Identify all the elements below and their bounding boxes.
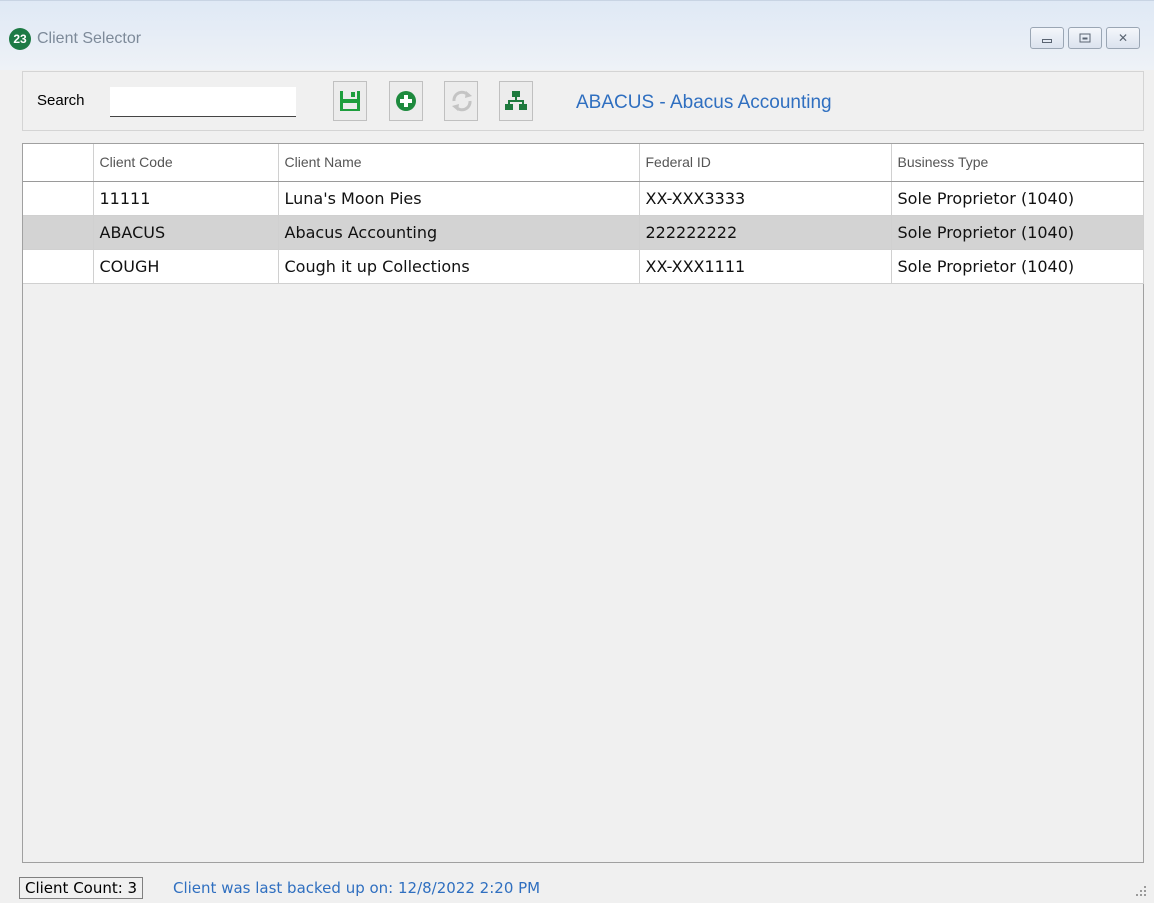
business-type-cell[interactable]: Sole Proprietor (1040) <box>891 249 1144 284</box>
row-selector[interactable] <box>23 215 94 250</box>
refresh-icon <box>452 90 472 112</box>
client-count: Client Count: 3 <box>19 877 144 899</box>
close-button[interactable]: ✕ <box>1106 27 1140 49</box>
client-selector-window: 23 Client Selector ✕ Search ABACUS - Aba… <box>0 0 1154 903</box>
federal-id-cell[interactable]: 222222222 <box>639 215 892 250</box>
current-client-label: ABACUS - Abacus Accounting <box>576 92 832 113</box>
toolbar: Search ABACUS - Abacus Accounting <box>22 71 1144 131</box>
column-header-federal-id[interactable]: Federal ID <box>639 144 892 182</box>
client-name-cell[interactable]: Cough it up Collections <box>278 249 640 284</box>
resize-grip-icon[interactable] <box>1134 886 1146 898</box>
search-label: Search <box>37 92 85 109</box>
column-header-business-type[interactable]: Business Type <box>891 144 1144 182</box>
minimize-icon <box>1042 39 1052 43</box>
save-icon <box>340 91 360 111</box>
client-name-cell[interactable]: Abacus Accounting <box>278 215 640 250</box>
client-code-cell[interactable]: COUGH <box>93 249 279 284</box>
refresh-button[interactable] <box>444 81 478 121</box>
add-client-button[interactable] <box>389 81 423 121</box>
header-row: Client Code Client Name Federal ID Busin… <box>23 144 1144 182</box>
federal-id-cell[interactable]: XX-XXX3333 <box>639 181 892 216</box>
restore-button[interactable] <box>1068 27 1102 49</box>
close-icon: ✕ <box>1117 31 1129 45</box>
client-code-cell[interactable]: ABACUS <box>93 215 279 250</box>
add-icon <box>396 91 416 111</box>
hierarchy-button[interactable] <box>499 81 533 121</box>
client-table: Client Code Client Name Federal ID Busin… <box>23 144 1144 284</box>
row-selector[interactable] <box>23 249 94 284</box>
client-grid[interactable]: Client Code Client Name Federal ID Busin… <box>22 143 1144 863</box>
column-header-client-code[interactable]: Client Code <box>93 144 279 182</box>
hierarchy-icon <box>505 91 527 110</box>
restore-icon <box>1079 33 1091 43</box>
app-logo-icon: 23 <box>9 28 31 50</box>
table-row[interactable]: COUGH Cough it up Collections XX-XXX1111… <box>23 249 1144 284</box>
minimize-button[interactable] <box>1030 27 1064 49</box>
table-row[interactable]: 11111 Luna's Moon Pies XX-XXX3333 Sole P… <box>23 181 1144 216</box>
status-bar: Client Count: 3 Client was last backed u… <box>0 872 1154 903</box>
title-bar[interactable]: 23 Client Selector ✕ <box>0 0 1154 70</box>
row-selector[interactable] <box>23 181 94 216</box>
client-code-cell[interactable]: 11111 <box>93 181 279 216</box>
search-input[interactable] <box>110 87 296 117</box>
column-header-client-name[interactable]: Client Name <box>278 144 640 182</box>
save-button[interactable] <box>333 81 367 121</box>
business-type-cell[interactable]: Sole Proprietor (1040) <box>891 181 1144 216</box>
business-type-cell[interactable]: Sole Proprietor (1040) <box>891 215 1144 250</box>
window-title: Client Selector <box>37 30 142 47</box>
row-selector-header <box>23 144 94 182</box>
client-name-cell[interactable]: Luna's Moon Pies <box>278 181 640 216</box>
federal-id-cell[interactable]: XX-XXX1111 <box>639 249 892 284</box>
table-row-selected[interactable]: ABACUS Abacus Accounting 222222222 Sole … <box>23 215 1144 250</box>
backup-status: Client was last backed up on: 12/8/2022 … <box>173 879 541 897</box>
